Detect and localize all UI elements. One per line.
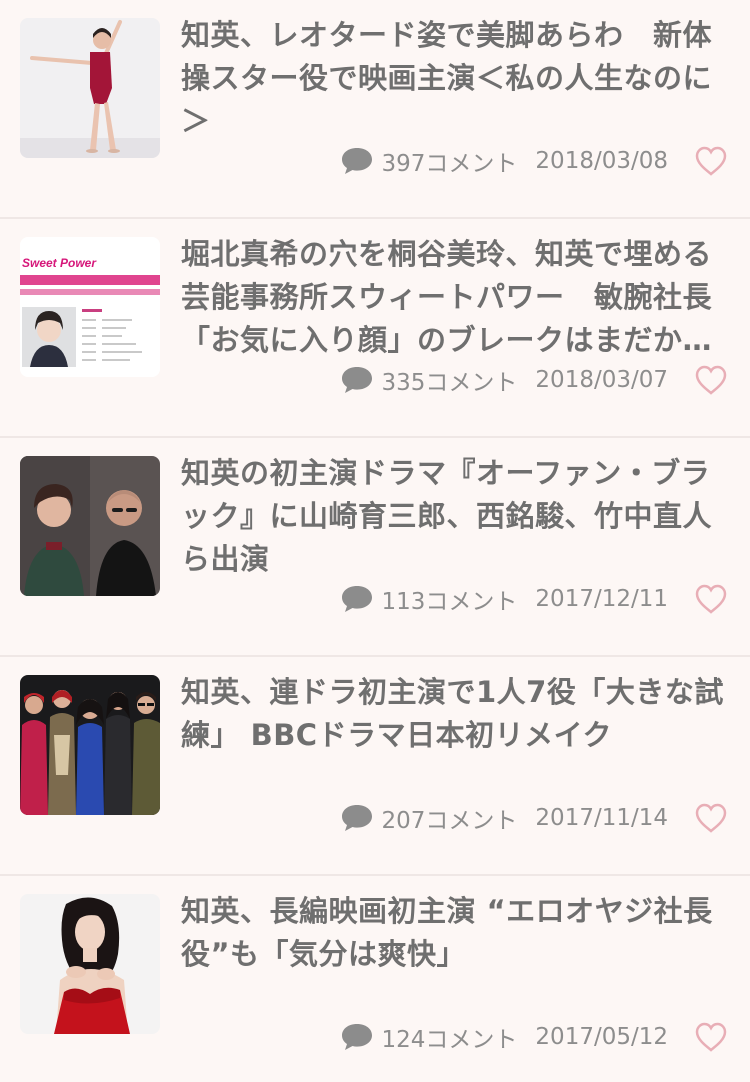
heart-outline-icon[interactable]: [694, 1021, 728, 1053]
article-item[interactable]: 知英、連ドラ初主演で1人7役「大きな試練」 BBCドラマ日本初リメイク 207コ…: [0, 657, 750, 876]
comment-count: 335コメント: [381, 370, 518, 396]
article-date: 2018/03/07: [535, 367, 668, 393]
article-thumbnail[interactable]: [20, 894, 160, 1034]
article-meta: 113コメント 2017/12/11: [340, 581, 728, 617]
article-item[interactable]: 知英、長編映画初主演 “エロオヤジ社長役”も「気分は爽快」 124コメント 20…: [0, 876, 750, 1082]
heart-outline-icon[interactable]: [694, 145, 728, 177]
agency-logo: Sweet Power: [22, 256, 97, 270]
article-date: 2017/11/14: [535, 805, 668, 831]
comment-bubble-icon: [341, 805, 372, 831]
article-item[interactable]: 知英、レオタード姿で美脚あらわ 新体操スター役で映画主演＜私の人生なのに＞ 39…: [0, 0, 750, 219]
article-title[interactable]: 堀北真希の穴を桐谷美玲、知英で埋める芸能事務所スウィートパワー 敏腕社長「お気に…: [181, 233, 726, 362]
article-item[interactable]: 知英の初主演ドラマ『オーファン・ブラック』に山崎育三郎、西銘駿、竹中直人ら出演 …: [0, 438, 750, 657]
two-actors-photo: [20, 456, 160, 596]
article-meta: 397コメント 2018/03/08: [340, 143, 728, 179]
article-thumbnail[interactable]: Sweet Power: [20, 237, 160, 377]
heart-outline-icon[interactable]: [694, 583, 728, 615]
comment-bubble-icon: [341, 367, 372, 393]
article-title[interactable]: 知英、レオタード姿で美脚あらわ 新体操スター役で映画主演＜私の人生なのに＞: [181, 14, 726, 143]
comment-bubble-icon: [341, 1024, 372, 1050]
article-list: 知英、レオタード姿で美脚あらわ 新体操スター役で映画主演＜私の人生なのに＞ 39…: [0, 0, 750, 1082]
article-date: 2017/05/12: [535, 1024, 668, 1050]
article-thumbnail[interactable]: [20, 675, 160, 815]
leotard-photo: [20, 18, 160, 158]
comment-count: 124コメント: [381, 1027, 518, 1053]
comment-count: 397コメント: [381, 151, 518, 177]
comment-bubble-icon: [341, 148, 372, 174]
red-dress-photo: [20, 894, 160, 1034]
article-title[interactable]: 知英の初主演ドラマ『オーファン・ブラック』に山崎育三郎、西銘駿、竹中直人ら出演: [181, 452, 726, 581]
heart-outline-icon[interactable]: [694, 364, 728, 396]
article-date: 2018/03/08: [535, 148, 668, 174]
article-thumbnail[interactable]: [20, 456, 160, 596]
article-meta: 207コメント 2017/11/14: [340, 800, 728, 836]
article-title[interactable]: 知英、長編映画初主演 “エロオヤジ社長役”も「気分は爽快」: [181, 890, 726, 976]
comment-count: 207コメント: [381, 808, 518, 834]
article-thumbnail[interactable]: [20, 18, 160, 158]
article-meta: 124コメント 2017/05/12: [340, 1019, 728, 1055]
group-cast-photo: [20, 675, 160, 815]
article-title[interactable]: 知英、連ドラ初主演で1人7役「大きな試練」 BBCドラマ日本初リメイク: [181, 671, 726, 757]
article-meta: 335コメント 2018/03/07: [340, 362, 728, 398]
article-item[interactable]: Sweet Power 堀北真希の穴を桐谷美玲、知英で埋める芸能事務所スウィート…: [0, 219, 750, 438]
agency-website-photo: Sweet Power: [20, 237, 160, 377]
comment-count: 113コメント: [381, 589, 518, 615]
heart-outline-icon[interactable]: [694, 802, 728, 834]
article-date: 2017/12/11: [535, 586, 668, 612]
comment-bubble-icon: [341, 586, 372, 612]
